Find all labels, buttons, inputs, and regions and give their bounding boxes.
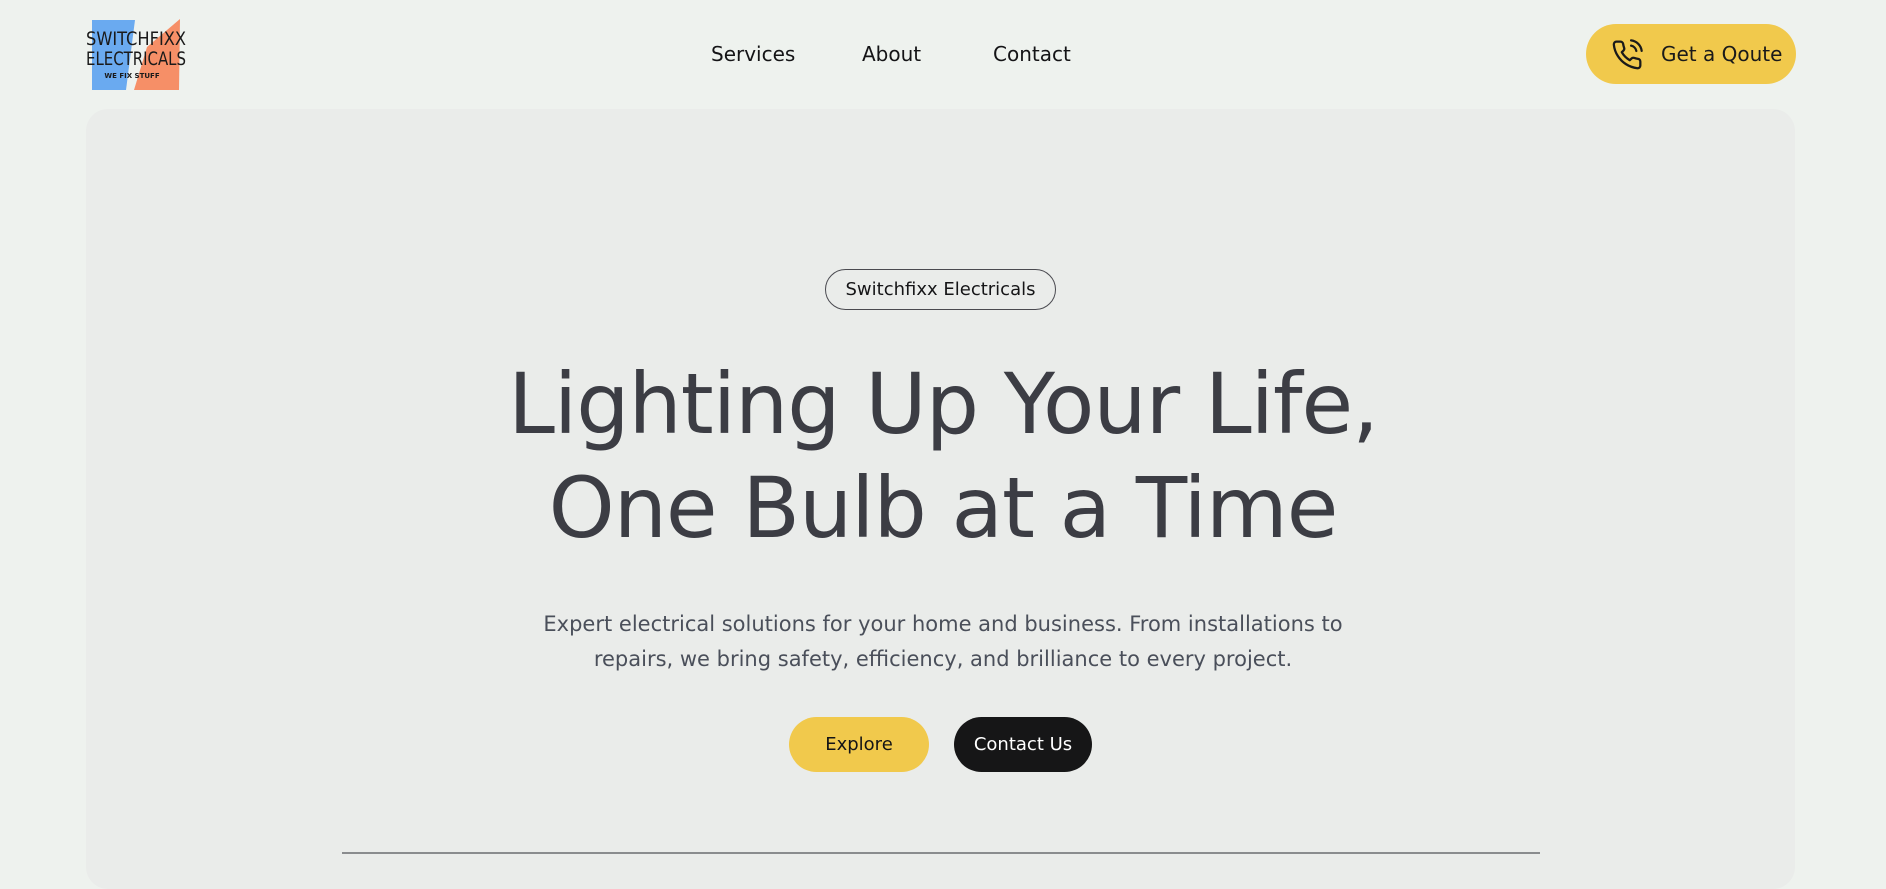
contact-us-button[interactable]: Contact Us	[954, 717, 1092, 772]
get-quote-button[interactable]: Get a Qoute	[1586, 24, 1796, 84]
hero-subtext: Expert electrical solutions for your hom…	[493, 607, 1393, 677]
hero-badge: Switchfixx Electricals	[825, 269, 1056, 310]
nav-services[interactable]: Services	[711, 40, 795, 68]
get-quote-label: Get a Qoute	[1661, 42, 1783, 66]
explore-button[interactable]: Explore	[789, 717, 929, 772]
phone-call-icon	[1612, 39, 1643, 70]
hero-headline-line2: One Bulb at a Time	[548, 459, 1339, 557]
logo-tagline: WE FIX STUFF	[104, 72, 159, 80]
hero-subtext-line1: Expert electrical solutions for your hom…	[543, 612, 1343, 636]
nav-about[interactable]: About	[862, 40, 921, 68]
site-header: SWITCHFIXX ELECTRICALS WE FIX STUFF Serv…	[0, 0, 1886, 108]
nav-contact[interactable]: Contact	[993, 40, 1071, 68]
hero-subtext-line2: repairs, we bring safety, efficiency, an…	[593, 647, 1293, 671]
hero-headline-line1: Lighting Up Your Life,	[508, 355, 1379, 453]
hero-divider	[342, 852, 1540, 854]
hero-headline: Lighting Up Your Life, One Bulb at a Tim…	[343, 352, 1543, 560]
